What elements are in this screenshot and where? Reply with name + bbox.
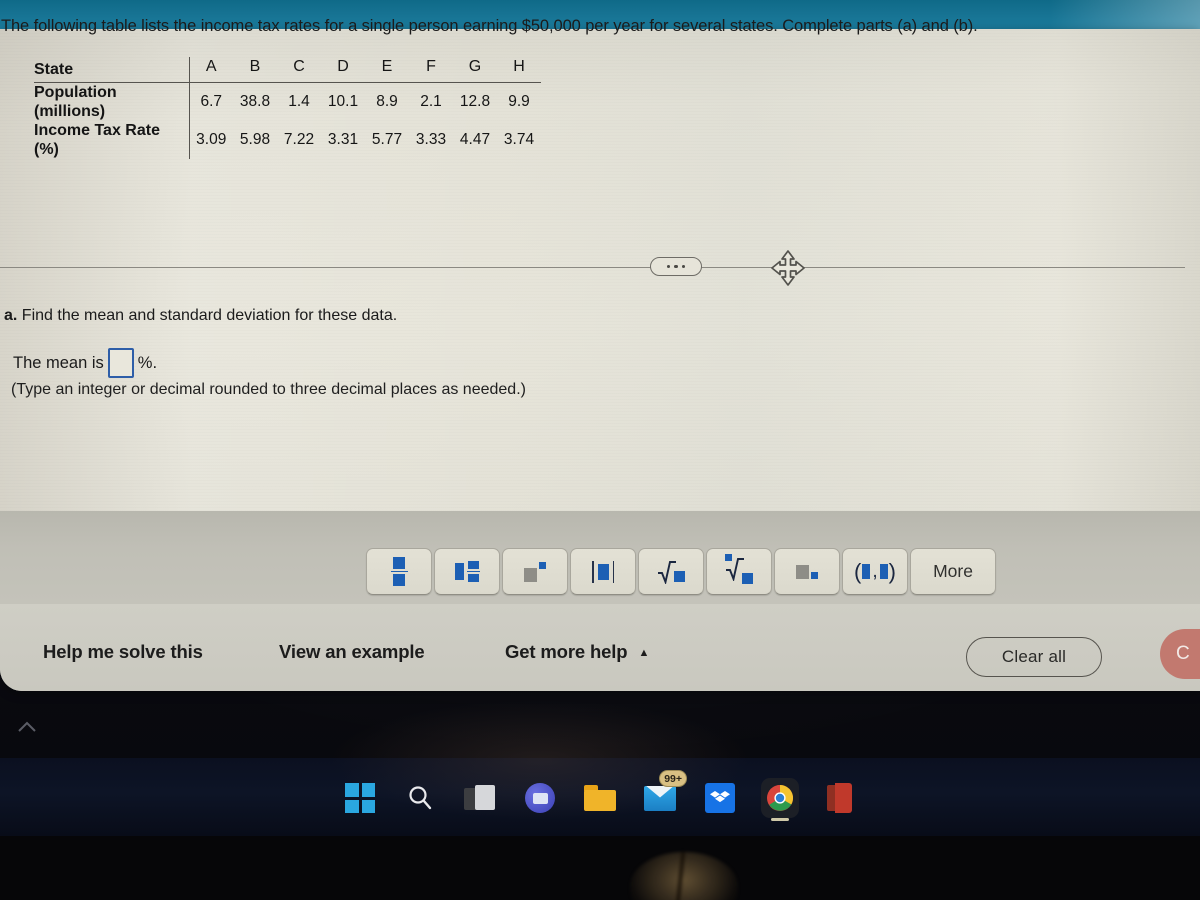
answer-format-hint: (Type an integer or decimal rounded to t… [11,381,526,398]
population-a: 6.7 [188,82,233,121]
dropbox-icon [705,783,735,813]
office-icon [827,783,853,813]
row-label-state: State [34,57,189,83]
mail-unread-badge: 99+ [659,770,687,787]
taskbar-item-dropbox[interactable] [701,779,739,817]
mean-answer-suffix: %. [137,353,158,372]
taskbar-item-mail[interactable]: 99+ [641,770,687,817]
ellipsis-dot [666,264,671,269]
folder-icon [584,785,616,811]
square-root-icon [657,560,685,584]
taskbar-item-teams[interactable] [521,779,559,817]
part-a-label: a. [4,307,18,324]
table-row-tax-rate: Income Tax Rate (%) 3.09 5.98 7.22 3.31 … [34,121,541,159]
mean-answer-prefix: The mean is [13,353,104,372]
income-tax-table: State A B C D E F G H Population (millio… [34,57,541,159]
state-c: C [277,57,321,83]
state-b: B [233,57,277,83]
ellipsis-button[interactable] [650,257,702,276]
table-row-state: State A B C D E F G H [34,57,541,83]
state-g: G [453,57,497,83]
math-key-fraction[interactable] [366,548,432,595]
math-key-ordered-pair[interactable]: ( , ) [842,548,908,595]
population-e: 8.9 [376,93,398,110]
math-key-absolute-value[interactable] [570,548,636,595]
tax-rate-g: 4.47 [459,131,491,148]
state-h: H [497,57,541,83]
taskbar-item-task-view[interactable] [461,779,499,817]
chevron-up-icon[interactable] [16,718,38,736]
subscript-icon [796,564,818,579]
taskbar-item-start[interactable] [341,779,379,817]
population-d: 10.1 [327,93,359,110]
math-key-exponent[interactable] [502,548,568,595]
data-table-wrapper: State A B C D E F G H Population (millio… [34,57,541,159]
chrome-icon [761,778,799,821]
section-divider [0,267,1185,268]
math-key-subscript[interactable] [774,548,840,595]
task-view-icon [464,785,496,811]
population-b: 38.8 [239,93,271,110]
row-label-income-tax-rate: Income Tax Rate (%) [34,122,160,158]
mean-answer-line: The mean is %. [13,348,157,378]
exponent-icon [524,561,546,582]
screen-photo: The following table lists the income tax… [0,0,1200,900]
ordered-pair-icon: ( , ) [854,558,896,584]
tax-rate-c: 7.22 [283,131,315,148]
state-d: D [321,57,365,83]
population-f: 2.1 [420,93,442,110]
tax-rate-e: 5.77 [371,131,403,148]
state-f: F [409,57,453,83]
windows-start-icon [345,783,375,813]
mixed-number-icon [454,560,480,583]
math-key-mixed-number[interactable] [434,548,500,595]
tax-rate-h: 3.74 [503,131,535,148]
move-handle-icon[interactable] [767,248,809,288]
math-key-more[interactable]: More [910,548,996,595]
row-label-population: Population (millions) [34,84,117,120]
search-icon [409,786,432,810]
ellipsis-dot [674,264,678,269]
tax-rate-d: 3.31 [327,131,359,148]
part-a-text: Find the mean and standard deviation for… [21,307,398,324]
mean-answer-input[interactable] [107,348,134,378]
math-key-square-root[interactable] [638,548,704,595]
population-g: 12.8 [459,93,491,110]
tax-rate-f: 3.33 [415,131,447,148]
teams-icon [525,783,555,813]
taskbar-item-office[interactable] [821,779,859,817]
tax-rate-a: 3.09 [188,121,233,159]
problem-statement: The following table lists the income tax… [1,17,978,35]
part-a-question: a. Find the mean and standard deviation … [4,307,397,325]
absolute-value-icon [591,560,615,583]
state-e: E [365,57,409,83]
taskbar-item-search[interactable] [401,779,439,817]
state-a: A [188,57,233,83]
mail-icon [644,785,676,811]
math-key-nth-root[interactable] [706,548,772,595]
fraction-icon [390,556,408,587]
taskbar-icons: 99+ [0,770,1200,826]
tax-rate-b: 5.98 [239,131,271,148]
table-row-population: Population (millions) 6.7 38.8 1.4 10.1 … [34,82,541,121]
taskbar-item-file-explorer[interactable] [581,779,619,817]
population-c: 1.4 [288,93,310,110]
nth-root-icon [725,554,753,586]
ellipsis-dot [681,264,686,269]
population-h: 9.9 [508,93,530,110]
taskbar-item-chrome[interactable] [761,778,799,821]
homework-content: The following table lists the income tax… [0,0,1200,900]
math-keypad: ( , ) More [366,548,996,595]
